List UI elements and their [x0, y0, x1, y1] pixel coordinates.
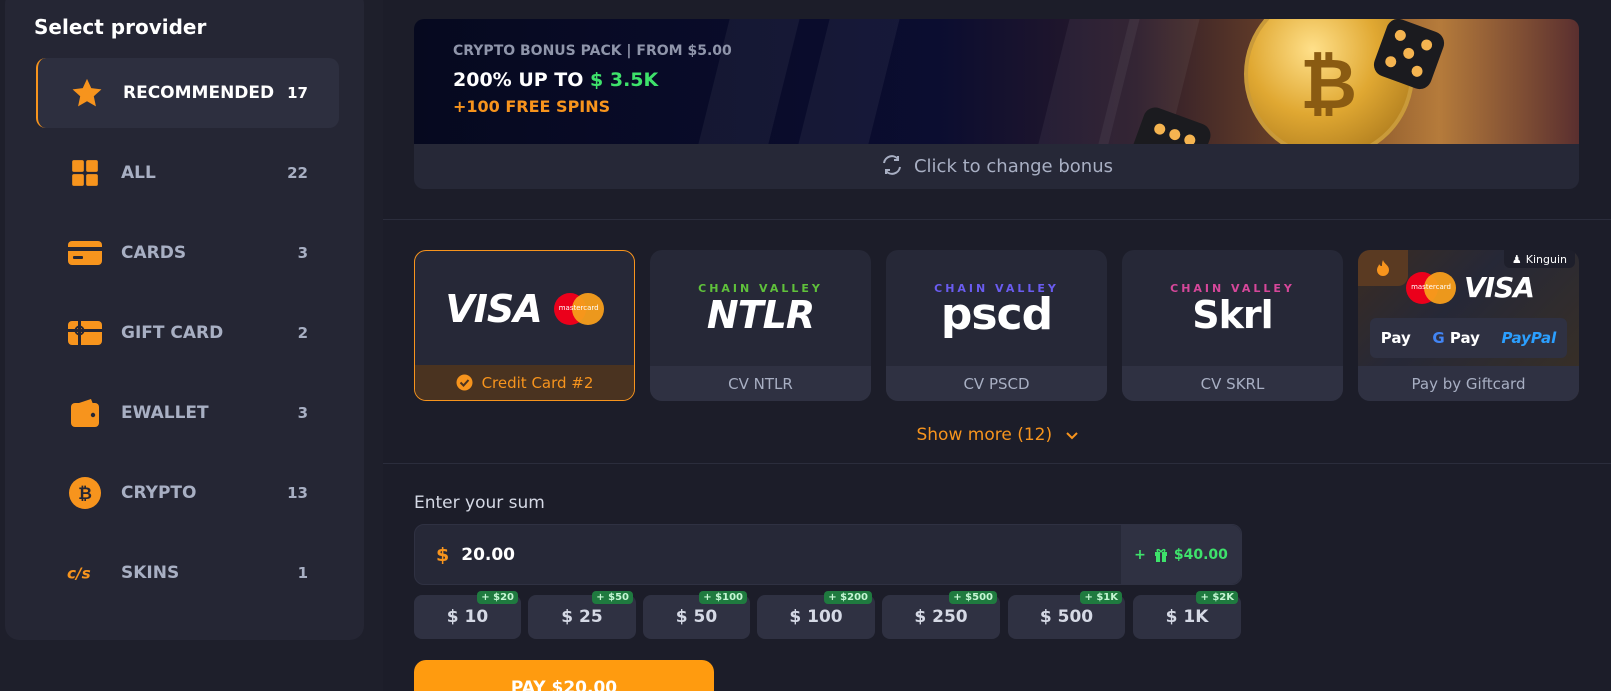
method-label: Credit Card #2: [415, 365, 634, 400]
bitcoin-icon: ₿: [67, 475, 103, 511]
sidebar-item-label: EWALLET: [121, 403, 209, 423]
svg-text:₿: ₿: [78, 484, 92, 504]
preset-button[interactable]: $ 500 + $1K: [1008, 591, 1125, 639]
divider: [383, 219, 1611, 220]
bonus-pack-label: CRYPTO BONUS PACK | FROM $5.00: [453, 43, 732, 59]
method-label: CV SKRL: [1122, 366, 1343, 401]
preset-button[interactable]: $ 10 + $20: [414, 591, 521, 639]
change-bonus-button[interactable]: Click to change bonus: [414, 144, 1579, 189]
cv-skrl-logo: CHAIN VALLEY Skrl: [1170, 281, 1295, 337]
bonus-free-spins: +100 FREE SPINS: [453, 97, 611, 116]
gift-icon: [1154, 548, 1168, 562]
change-bonus-label: Click to change bonus: [913, 156, 1113, 177]
method-label: CV NTLR: [650, 366, 871, 401]
sum-bonus-badge: + $40.00: [1121, 525, 1241, 584]
chevron-down-icon: [1065, 425, 1078, 445]
svg-text:c/s: c/s: [67, 564, 91, 582]
sidebar-item-label: ALL: [121, 163, 156, 183]
provider-sidebar: Select provider RECOMMENDED 17 ALL 22 CA…: [5, 0, 364, 640]
visa-mastercard-logo: VISA mastercard: [415, 251, 634, 367]
sidebar-item-label: CARDS: [121, 243, 187, 263]
cs-icon: c/s: [67, 555, 103, 591]
sidebar-item-count: 3: [297, 244, 308, 262]
method-credit-card[interactable]: VISA mastercard Credit Card #2: [414, 250, 635, 401]
preset-button[interactable]: $ 100 + $200: [757, 591, 875, 639]
bonus-headline: 200% UP TO $ 3.5K: [453, 69, 659, 91]
gift-card-icon: [67, 315, 103, 351]
sidebar-item-count: 1: [297, 564, 308, 582]
preset-button[interactable]: $ 1K + $2K: [1133, 591, 1241, 639]
method-pay-by-giftcard[interactable]: ♟ Kinguin mastercard VISA Pay G Pay PayPa…: [1358, 250, 1579, 401]
star-icon: [69, 75, 105, 111]
sidebar-item-crypto[interactable]: ₿ CRYPTO 13: [36, 458, 339, 528]
card-icon: [67, 235, 103, 271]
refresh-icon: [880, 154, 904, 180]
cv-pscd-logo: CHAIN VALLEY pscd: [934, 281, 1059, 340]
sidebar-item-count: 13: [287, 484, 308, 502]
sidebar-item-skins[interactable]: c/s SKINS 1: [36, 538, 339, 608]
sidebar-item-label: RECOMMENDED: [123, 83, 275, 103]
apple-pay-logo: Pay: [1380, 329, 1411, 347]
sidebar-item-label: SKINS: [121, 563, 180, 583]
sidebar-item-ewallet[interactable]: EWALLET 3: [36, 378, 339, 448]
method-cv-ntlr[interactable]: CHAIN VALLEY NTLR CV NTLR: [650, 250, 871, 401]
method-label: Pay by Giftcard: [1358, 366, 1579, 401]
sidebar-item-cards[interactable]: CARDS 3: [36, 218, 339, 288]
kinguin-badge: ♟ Kinguin: [1503, 250, 1575, 268]
sidebar-item-count: 22: [287, 164, 308, 182]
bonus-banner[interactable]: ₿ CRYPTO BONUS PACK | FROM $5.00 200% UP…: [414, 19, 1579, 144]
divider: [383, 463, 1611, 464]
pay-button[interactable]: PAY $20.00: [414, 660, 714, 691]
sidebar-item-count: 3: [297, 404, 308, 422]
visa-mastercard-logo: mastercard VISA: [1406, 271, 1535, 304]
paypal-logo: PayPal: [1501, 329, 1557, 347]
wallet-icon: [67, 395, 103, 431]
sidebar-title: Select provider: [34, 15, 207, 39]
grid-icon: [67, 155, 103, 191]
show-more-button[interactable]: Show more (12): [383, 425, 1611, 445]
sidebar-item-recommended[interactable]: RECOMMENDED 17: [36, 58, 339, 128]
sidebar-item-label: GIFT CARD: [121, 323, 224, 343]
method-cv-skrl[interactable]: CHAIN VALLEY Skrl CV SKRL: [1122, 250, 1343, 401]
sidebar-item-label: CRYPTO: [121, 483, 197, 503]
cv-ntlr-logo: CHAIN VALLEY NTLR: [698, 281, 823, 337]
sidebar-item-count: 2: [297, 324, 308, 342]
preset-button[interactable]: $ 250 + $500: [882, 591, 1000, 639]
flame-icon: [1358, 250, 1408, 286]
deposit-panel: ₿ CRYPTO BONUS PACK | FROM $5.00 200% UP…: [383, 0, 1611, 691]
sum-input[interactable]: [461, 544, 1062, 565]
sidebar-item-count: 17: [287, 84, 308, 102]
method-cv-pscd[interactable]: CHAIN VALLEY pscd CV PSCD: [886, 250, 1107, 401]
sidebar-item-gift-card[interactable]: GIFT CARD 2: [36, 298, 339, 368]
method-label: CV PSCD: [886, 366, 1107, 401]
preset-button[interactable]: $ 25 + $50: [528, 591, 636, 639]
preset-button[interactable]: $ 50 + $100: [643, 591, 750, 639]
google-pay-logo: G Pay: [1432, 329, 1480, 347]
wallets-row: Pay G Pay PayPal: [1370, 318, 1567, 358]
sum-field[interactable]: $ + $40.00: [414, 524, 1242, 585]
check-icon: [456, 374, 473, 391]
sidebar-item-all[interactable]: ALL 22: [36, 138, 339, 208]
sum-label: Enter your sum: [414, 493, 545, 513]
currency-symbol: $: [436, 543, 450, 566]
